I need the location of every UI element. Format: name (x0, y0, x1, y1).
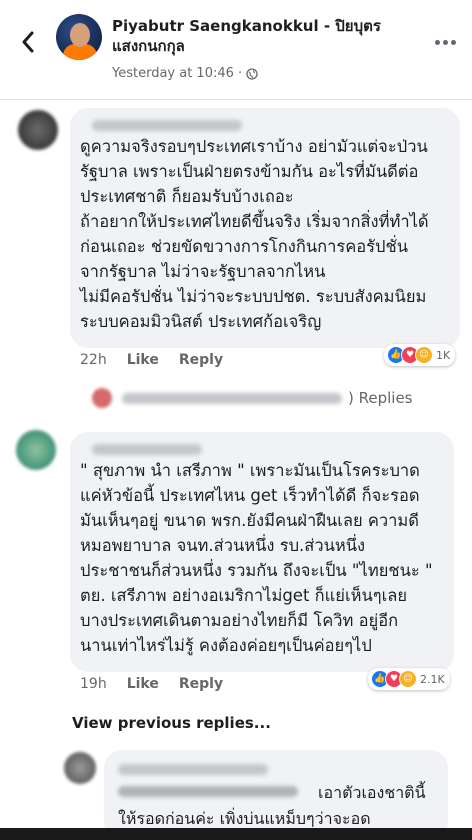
reply-text-line1: เอาตัวเองชาตินี้ (318, 783, 426, 802)
like-link[interactable]: Like (127, 352, 159, 368)
reply-link[interactable]: Reply (179, 352, 223, 368)
post-time[interactable]: Yesterday at 10:46 · (112, 66, 242, 81)
haha-reaction-icon: ☺ (399, 670, 417, 688)
comments-thread: ดูความจริงรอบๆประเทศเราบ้าง อย่ามัวแต่จะ… (0, 100, 472, 840)
reply-text-redacted (118, 786, 298, 797)
haha-reaction-icon: ☺ (415, 346, 433, 364)
more-options-icon (434, 39, 440, 45)
back-button[interactable] (14, 28, 42, 56)
post-author-name[interactable]: Piyabutr Saengkanokkul - ปิยบุตร แสงกนกก… (112, 16, 412, 56)
comment-time[interactable]: 19h (80, 676, 107, 692)
view-previous-replies[interactable]: View previous replies... (72, 714, 271, 732)
replies-row[interactable]: ) Replies (92, 388, 452, 408)
reaction-summary[interactable]: 👍 ♥ ☺ 2.1K (368, 668, 450, 690)
commenter-name-redacted (92, 120, 242, 131)
comment-text: ดูความจริงรอบๆประเทศเราบ้าง อย่ามัวแต่จะ… (80, 137, 429, 331)
comment-time[interactable]: 22h (80, 352, 107, 368)
reaction-count: 2.1K (420, 672, 445, 686)
more-options-button[interactable] (430, 32, 460, 52)
replier-avatar[interactable] (64, 752, 96, 784)
comment-actions: 19h Like Reply (80, 676, 223, 692)
commenter-avatar[interactable] (16, 430, 56, 470)
globe-icon (246, 67, 258, 80)
comment-text: " สุขภาพ นำ เสรีภาพ " เพราะมันเป็นโรคระบ… (80, 461, 433, 655)
commenter-name-redacted (92, 444, 202, 455)
comment-actions: 22h Like Reply (80, 352, 223, 368)
back-arrow-icon (22, 31, 34, 53)
bottom-edge (0, 828, 472, 840)
replier-avatar (92, 388, 112, 408)
commenter-avatar[interactable] (18, 110, 58, 150)
like-link[interactable]: Like (127, 676, 159, 692)
post-meta: Yesterday at 10:46 · (112, 66, 258, 81)
reaction-summary[interactable]: 👍 ♥ ☺ 1K (384, 344, 456, 366)
replier-name-redacted (122, 392, 342, 404)
post-header: Piyabutr Saengkanokkul - ปิยบุตร แสงกนกก… (0, 0, 472, 100)
replier-name-redacted (118, 764, 268, 775)
replies-count[interactable]: ) Replies (348, 389, 413, 407)
reply-link[interactable]: Reply (179, 676, 223, 692)
author-avatar[interactable] (56, 14, 102, 60)
reaction-count: 1K (436, 348, 451, 362)
